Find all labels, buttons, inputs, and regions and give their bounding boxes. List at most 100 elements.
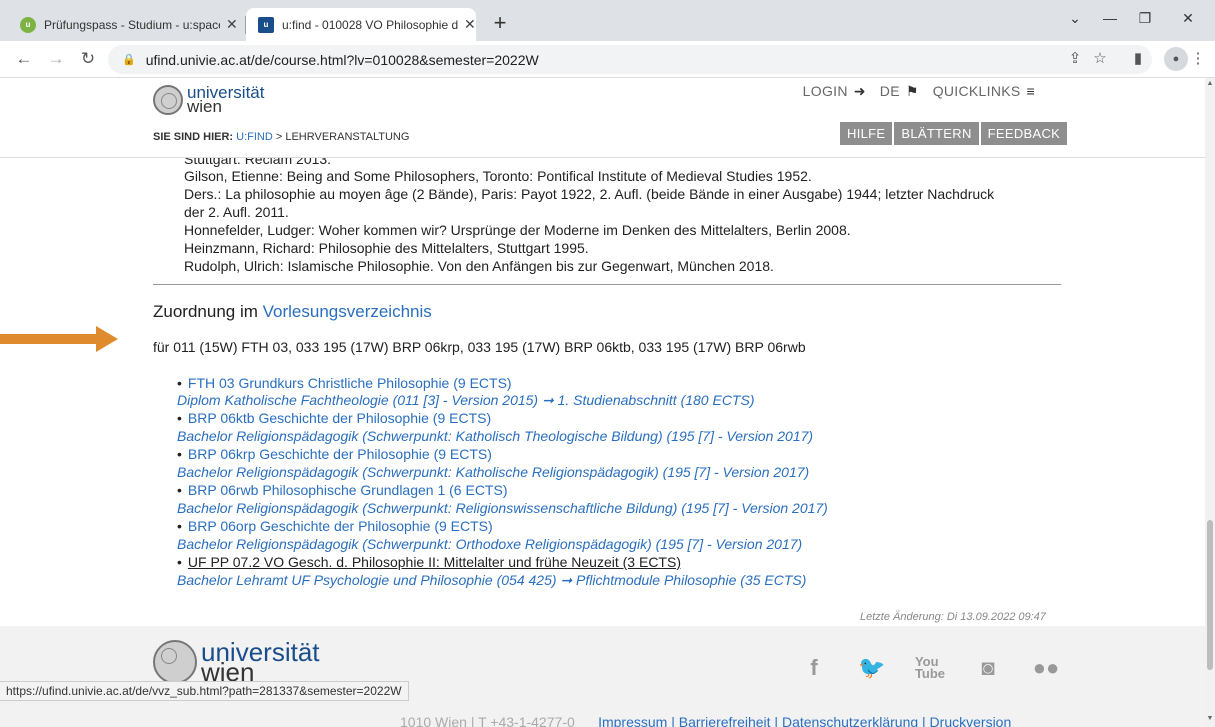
url-field[interactable]: 🔒 ufind.univie.ac.at/de/course.html?lv=0… [108, 45, 1152, 74]
bullet: • [177, 554, 182, 570]
section-heading: Zuordnung im Vorlesungsverzeichnis [153, 302, 432, 322]
restore-button[interactable]: ❐ [1130, 10, 1160, 27]
tab-uspace[interactable]: u Prüfungspass - Studium - u:space ✕ [8, 8, 246, 41]
logo-line2: wien [187, 97, 222, 116]
close-icon[interactable]: ✕ [226, 16, 238, 33]
list-item[interactable]: • FTH 03 Grundkurs Christliche Philosophi… [177, 375, 512, 391]
login-link[interactable]: LOGIN ➜ [803, 83, 866, 100]
page-viewport: Stuttgart: Reclam 2013. Gilson, Etienne:… [0, 78, 1205, 727]
last-modified: Letzte Änderung: Di 13.09.2022 09:47 [860, 611, 1046, 623]
flag-icon: ⚑ [905, 83, 919, 99]
footer-links[interactable]: Impressum | Barrierefreiheit | Datenschu… [598, 714, 1011, 727]
list-item[interactable]: • BRP 06orp Geschichte der Philosophie (9… [177, 518, 493, 534]
close-window-button[interactable]: ✕ [1173, 10, 1203, 27]
list-item[interactable]: • BRP 06ktb Geschichte der Philosophie (9… [177, 410, 491, 426]
scrollbar-thumb[interactable] [1207, 520, 1213, 670]
university-seal-icon [153, 640, 197, 684]
reload-icon[interactable]: ↻ [78, 49, 98, 69]
site-logo[interactable]: universität wien [153, 84, 264, 116]
new-tab-button[interactable]: + [486, 10, 514, 36]
annotation-arrow-icon [0, 326, 118, 352]
status-bar-url: https://ufind.univie.ac.at/de/vvz_sub.ht… [0, 681, 409, 701]
close-icon[interactable]: ✕ [464, 16, 476, 33]
bullet: • [177, 446, 182, 462]
footer-logo[interactable]: universität wien [153, 639, 320, 687]
breadcrumb: SIE SIND HIER: U:FIND > LEHRVERANSTALTUN… [153, 131, 409, 143]
share-icon[interactable]: ⇪ [1065, 49, 1085, 67]
flickr-icon[interactable]: ●● [1022, 644, 1070, 692]
list-item[interactable]: • BRP 06krp Geschichte der Philosophie (9… [177, 446, 492, 462]
item-title[interactable]: BRP 06rwb Philosophische Grundlagen 1 (6… [188, 482, 508, 498]
list-item[interactable]: • BRP 06rwb Philosophische Grundlagen 1 (… [177, 482, 507, 498]
instagram-icon[interactable]: ◙ [964, 644, 1012, 692]
tab-search-icon[interactable]: ⌄ [1060, 10, 1090, 27]
literature-line: der 2. Aufl. 2011. [184, 204, 289, 220]
uspace-icon: u [20, 16, 36, 33]
item-title[interactable]: UF PP 07.2 VO Gesch. d. Philosophie II: … [188, 554, 681, 570]
assignment-line: für 011 (15W) FTH 03, 033 195 (17W) BRP … [153, 339, 806, 355]
bullet: • [177, 375, 182, 391]
item-path[interactable]: Bachelor Religionspädagogik (Schwerpunkt… [177, 464, 809, 480]
forward-icon[interactable]: → [46, 49, 66, 69]
university-seal-icon [153, 85, 183, 115]
profile-avatar[interactable]: ● [1164, 47, 1188, 71]
bookmark-star-icon[interactable]: ☆ [1090, 49, 1110, 67]
menu-dots-icon[interactable]: ⋮ [1188, 49, 1208, 67]
item-title[interactable]: BRP 06orp Geschichte der Philosophie (9 … [188, 518, 493, 534]
social-links: f 🐦 You Tube ◙ ●● [790, 644, 1070, 692]
item-path[interactable]: Bachelor Religionspädagogik (Schwerpunkt… [177, 428, 813, 444]
logo-line2: wien [201, 657, 255, 687]
literature-line: Rudolph, Ulrich: Islamische Philosophie.… [184, 258, 774, 274]
top-links: LOGIN ➜ DE ⚑ QUICKLINKS ≡ [803, 83, 1035, 100]
scroll-down-icon[interactable]: ▼ [1205, 715, 1215, 722]
quicklinks-label: QUICKLINKS [932, 83, 1021, 99]
breadcrumb-ufind-link[interactable]: U:FIND [236, 131, 273, 143]
item-path[interactable]: Diplom Katholische Fachtheologie (011 [3… [177, 392, 754, 409]
login-label: LOGIN [802, 83, 848, 99]
language-link[interactable]: DE ⚑ [880, 83, 919, 100]
item-title[interactable]: BRP 06ktb Geschichte der Philosophie (9 … [188, 410, 491, 426]
bullet: • [177, 410, 182, 426]
tab-title: Prüfungspass - Studium - u:space [44, 17, 220, 32]
header-buttons: HILFE BLÄTTERN FEEDBACK [840, 122, 1068, 145]
lock-icon: 🔒 [122, 54, 136, 66]
list-item[interactable]: • UF PP 07.2 VO Gesch. d. Philosophie II:… [177, 554, 681, 570]
vorlesungsverzeichnis-link[interactable]: Vorlesungsverzeichnis [263, 302, 432, 321]
literature-line: Ders.: La philosophie au moyen âge (2 Bä… [184, 186, 995, 202]
minimize-button[interactable]: — [1095, 10, 1125, 26]
site-header: universität wien LOGIN ➜ DE ⚑ QUICKLINKS ≡ … [0, 78, 1205, 158]
heading-text: Zuordnung im [153, 302, 258, 321]
breadcrumb-current: > LEHRVERANSTALTUNG [272, 131, 410, 143]
item-title[interactable]: FTH 03 Grundkurs Christliche Philosophie… [188, 375, 512, 391]
section-divider [153, 284, 1061, 285]
logo-wordmark: universität wien [187, 84, 264, 116]
item-path[interactable]: Bachelor Religionspädagogik (Schwerpunkt… [177, 500, 828, 516]
tab-bar: u Prüfungspass - Studium - u:space ✕ u u… [0, 0, 1215, 41]
ufind-icon: u [258, 16, 274, 33]
literature-line: Honnefelder, Ludger: Woher kommen wir? U… [184, 222, 851, 238]
back-icon[interactable]: ← [14, 49, 34, 69]
item-path[interactable]: Bachelor Lehramt UF Psychologie und Phil… [177, 572, 806, 589]
blaettern-button[interactable]: BLÄTTERN [894, 122, 979, 145]
side-panel-icon[interactable]: ▮ [1128, 49, 1148, 67]
twitter-icon[interactable]: 🐦 [848, 644, 896, 692]
address-text: 1010 Wien | T +43-1-4277-0 [400, 714, 575, 727]
url-text: ufind.univie.ac.at/de/course.html?lv=010… [145, 51, 539, 68]
page-content: Stuttgart: Reclam 2013. Gilson, Etienne:… [0, 78, 1205, 727]
hilfe-button[interactable]: HILFE [840, 122, 893, 145]
quicklinks-link[interactable]: QUICKLINKS ≡ [933, 83, 1035, 100]
tab-title: u:find - 010028 VO Philosophie d [282, 17, 458, 32]
address-bar-row: ← → ↻ 🔒 ufind.univie.ac.at/de/course.htm… [0, 41, 1215, 78]
breadcrumb-label: SIE SIND HIER: [153, 131, 234, 143]
facebook-icon[interactable]: f [790, 644, 838, 692]
literature-line: Heinzmann, Richard: Philosophie des Mitt… [184, 240, 589, 256]
feedback-button[interactable]: FEEDBACK [980, 122, 1068, 145]
tab-ufind[interactable]: u u:find - 010028 VO Philosophie d ✕ [246, 8, 476, 41]
footer-address: 1010 Wien | T +43-1-4277-0 Impressum | B… [400, 714, 1011, 727]
footer: universität wien f 🐦 You Tube ◙ ●● 1010 W… [0, 626, 1205, 727]
youtube-icon[interactable]: You Tube [906, 644, 954, 692]
quicklinks-menu-icon: ≡ [1026, 83, 1035, 99]
item-title[interactable]: BRP 06krp Geschichte der Philosophie (9 … [188, 446, 492, 462]
scroll-up-icon[interactable]: ▲ [1205, 80, 1215, 87]
item-path[interactable]: Bachelor Religionspädagogik (Schwerpunkt… [177, 536, 802, 552]
